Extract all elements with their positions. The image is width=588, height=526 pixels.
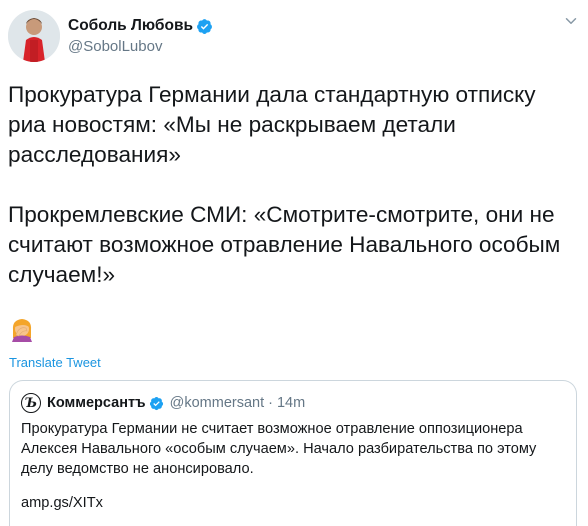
woman-facepalming-icon (12, 319, 32, 342)
translate-tweet-link[interactable]: Translate Tweet (9, 355, 101, 370)
quoted-avatar[interactable]: Ъ (21, 393, 41, 413)
verified-badge-icon (149, 396, 163, 410)
quoted-tweet[interactable]: Ъ Коммерсантъ @kommersant · 14m Прокурат… (9, 380, 577, 526)
tweet-paragraph-1: Прокуратура Германии дала стандартную от… (8, 82, 536, 167)
quoted-link[interactable]: amp.gs/XITx (21, 495, 103, 511)
chevron-down-icon[interactable] (562, 12, 580, 30)
quoted-tweet-header: Ъ Коммерсантъ @kommersant · 14m (21, 393, 305, 413)
separator-dot: · (268, 395, 273, 411)
author-handle[interactable]: @SobolLubov (68, 38, 213, 56)
avatar[interactable] (8, 10, 60, 62)
quoted-author-name[interactable]: Коммерсантъ (47, 395, 146, 411)
tweet-text: Прокуратура Германии дала стандартную от… (8, 80, 578, 290)
tweet-paragraph-2: Прокремлевские СМИ: «Смотрите-смотрите, … (8, 202, 561, 287)
verified-badge-icon (197, 18, 212, 34)
author-name[interactable]: Соболь Любовь (68, 17, 193, 35)
quoted-tweet-text: Прокуратура Германии не считает возможно… (21, 421, 537, 477)
tweet-card: Соболь Любовь @SobolLubov Прокуратура Ге… (0, 0, 588, 526)
quoted-author-handle[interactable]: @kommersant (170, 395, 265, 411)
tweet-header: Соболь Любовь @SobolLubov (8, 10, 580, 62)
author-info: Соболь Любовь @SobolLubov (68, 16, 213, 56)
quoted-timestamp[interactable]: 14m (277, 395, 305, 411)
